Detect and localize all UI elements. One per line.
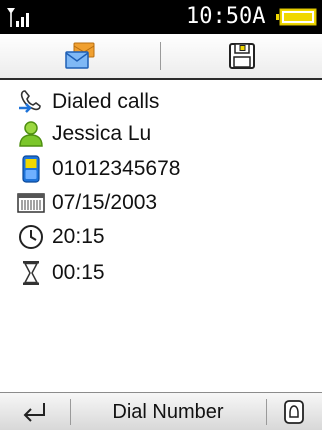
call-type-row: Dialed calls	[0, 86, 322, 118]
calendar-icon	[16, 188, 46, 218]
hourglass-icon	[16, 258, 46, 288]
messages-button[interactable]	[0, 34, 160, 78]
mobile-phone-icon	[16, 154, 46, 184]
back-button[interactable]	[0, 393, 70, 430]
call-time: 20:15	[52, 225, 105, 248]
battery-icon	[276, 8, 317, 26]
toolbar	[0, 34, 322, 80]
home-icon	[284, 400, 304, 424]
contact-name: Jessica Lu	[52, 122, 152, 145]
dialed-call-icon	[16, 87, 46, 117]
phone-screen: 10:50A Dialed calls Jessica Lu 010123456…	[0, 0, 322, 430]
softkey-bar: Dial Number	[0, 392, 322, 430]
status-time: 10:50A	[186, 4, 266, 29]
toolbar-divider	[160, 42, 161, 70]
call-duration: 00:15	[52, 261, 105, 284]
contact-row: Jessica Lu	[0, 118, 322, 150]
save-icon	[229, 43, 255, 69]
signal-strength-icon	[7, 8, 29, 27]
phone-number: 01012345678	[52, 157, 181, 180]
date-row: 07/15/2003	[0, 187, 322, 219]
time-row: 20:15	[0, 221, 322, 253]
status-bar: 10:50A	[0, 0, 322, 34]
call-details: Dialed calls Jessica Lu 01012345678 07/1…	[0, 80, 322, 380]
contact-person-icon	[16, 119, 46, 149]
home-button[interactable]	[266, 393, 322, 430]
messages-icon	[65, 42, 95, 69]
phone-number-row: 01012345678	[0, 153, 322, 185]
call-type-text: Dialed calls	[52, 90, 160, 113]
dial-number-button[interactable]: Dial Number	[70, 393, 266, 430]
save-button[interactable]	[162, 34, 322, 78]
clock-icon	[16, 222, 46, 252]
duration-row: 00:15	[0, 257, 322, 289]
back-icon	[23, 403, 45, 422]
call-date: 07/15/2003	[52, 191, 158, 214]
